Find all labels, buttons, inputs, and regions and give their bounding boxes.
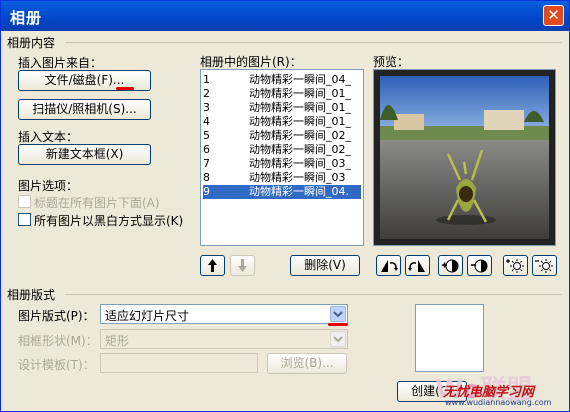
- list-item[interactable]: 8 动物精彩一瞬间_03: [203, 171, 361, 185]
- arrow-up-icon: [208, 259, 217, 272]
- browse-button[interactable]: 浏览(B)...: [267, 353, 347, 374]
- annotation-underline: [116, 87, 134, 90]
- black-white-checkbox[interactable]: [18, 213, 31, 226]
- contrast-less-icon: [471, 259, 488, 273]
- chevron-down-icon: [333, 336, 343, 343]
- watermark-url: www.wudiannaowang.com: [445, 398, 552, 407]
- window-title: 相册: [10, 9, 43, 27]
- picture-layout-label: 图片版式(P)：: [18, 309, 95, 323]
- watermark-logo: Wo联盟 无忧电脑学习网 www.wudiannaowang.com: [433, 369, 567, 411]
- rotate-right-icon: [408, 260, 425, 272]
- brightness-increase-button[interactable]: [503, 255, 528, 276]
- annotation-underline: [328, 323, 348, 326]
- album-content-divider: [65, 42, 562, 43]
- album-dialog: 相册 ✕ 相册内容 插入图片来自： 文件/磁盘(F)... 扫描仪/照相机(S)…: [0, 0, 570, 412]
- album-layout-divider: [65, 294, 562, 295]
- scanner-camera-button[interactable]: 扫描仪/照相机(S)...: [18, 99, 151, 120]
- design-template-label: 设计模板(T)：: [18, 358, 95, 372]
- contrast-increase-button[interactable]: [438, 255, 463, 276]
- title-bar: 相册 ✕: [1, 1, 569, 31]
- picture-layout-select[interactable]: 适应幻灯片尺寸: [100, 304, 348, 324]
- caption-below-label: 标题在所有图片下面(A): [34, 196, 160, 210]
- preview-label: 预览：: [373, 55, 410, 69]
- new-text-box-button[interactable]: 新建文本框(X): [18, 144, 151, 165]
- move-down-button[interactable]: [230, 255, 255, 276]
- arrow-down-icon: [238, 259, 247, 272]
- list-item[interactable]: 4 动物精彩一瞬间_01_: [203, 115, 361, 129]
- design-template-field[interactable]: [100, 353, 258, 373]
- list-item[interactable]: 1 动物精彩一瞬间_04_: [203, 73, 361, 87]
- frame-shape-label: 相框形状(M)：: [18, 334, 98, 348]
- insert-picture-from-label: 插入图片来自：: [18, 56, 103, 70]
- list-item[interactable]: 5 动物精彩一瞬间_02_: [203, 129, 361, 143]
- caption-below-checkbox[interactable]: [18, 195, 31, 208]
- picture-options-label: 图片选项：: [18, 179, 79, 193]
- list-item[interactable]: 6 动物精彩一瞬间_02_: [203, 143, 361, 157]
- album-layout-group-label: 相册版式: [7, 288, 56, 302]
- contrast-more-icon: [442, 259, 459, 273]
- list-item-selected[interactable]: 9 动物精彩一瞬间_04.: [203, 185, 361, 199]
- preview-image: [373, 69, 556, 246]
- pictures-in-album-label: 相册中的图片(R)：: [200, 55, 302, 69]
- contrast-decrease-button[interactable]: [467, 255, 492, 276]
- dropdown-button[interactable]: [330, 306, 346, 322]
- brightness-less-icon: [535, 259, 553, 273]
- list-item[interactable]: 7 动物精彩一瞬间_03_: [203, 157, 361, 171]
- close-button[interactable]: ✕: [543, 5, 564, 26]
- frame-shape-value: 矩形: [105, 334, 130, 348]
- move-up-button[interactable]: [200, 255, 225, 276]
- layout-preview-box: [415, 304, 484, 372]
- list-item[interactable]: 2 动物精彩一瞬间_01_: [203, 87, 361, 101]
- insert-text-label: 插入文本：: [18, 130, 79, 144]
- black-white-label: 所有图片以黑白方式显示(K): [34, 214, 184, 228]
- pictures-listbox[interactable]: 1 动物精彩一瞬间_04_ 2 动物精彩一瞬间_01_ 3 动物精彩一瞬间_01_ 4…: [200, 69, 364, 246]
- photo-preview: [374, 70, 555, 245]
- brightness-more-icon: [506, 259, 524, 273]
- frame-shape-select[interactable]: 矩形: [100, 329, 348, 349]
- list-item[interactable]: 3 动物精彩一瞬间_01_: [203, 101, 361, 115]
- picture-layout-value: 适应幻灯片尺寸: [105, 309, 190, 323]
- rotate-left-icon: [381, 260, 398, 272]
- album-content-group-label: 相册内容: [7, 36, 56, 50]
- rotate-left-button[interactable]: [376, 255, 401, 276]
- brightness-decrease-button[interactable]: [532, 255, 557, 276]
- chevron-down-icon: [333, 311, 343, 318]
- delete-button[interactable]: 删除(V): [290, 255, 360, 276]
- dropdown-button[interactable]: [330, 331, 346, 347]
- rotate-right-button[interactable]: [405, 255, 430, 276]
